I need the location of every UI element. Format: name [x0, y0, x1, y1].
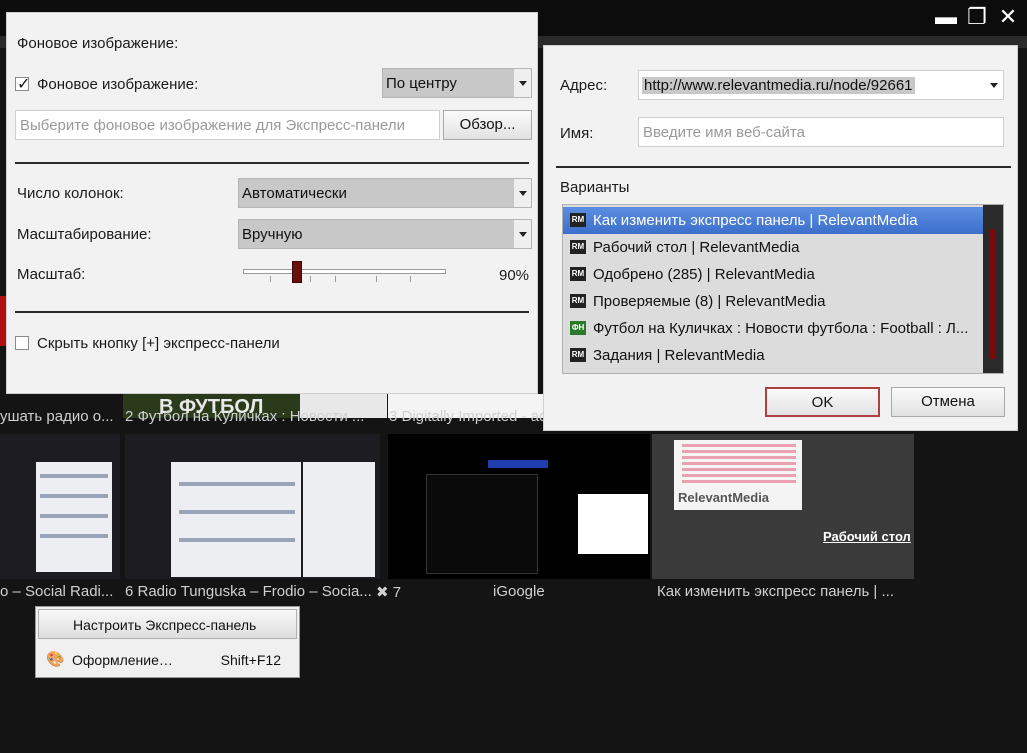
divider [15, 162, 529, 164]
context-menu: Настроить Экспресс-панель 🎨 Оформление… … [35, 606, 300, 678]
restore-icon[interactable]: ❐ [963, 3, 991, 31]
site-favicon-icon: RM [570, 348, 586, 362]
background-file-input[interactable]: Выберите фоновое изображение для Экспрес… [15, 110, 440, 140]
menu-item-label: Оформление… [72, 652, 173, 668]
browse-button[interactable]: Обзор... [443, 110, 532, 140]
address-label: Адрес: [560, 77, 608, 94]
speed-dial-caption[interactable]: 2 Футбол на Куличках : Новости ... [125, 408, 385, 425]
list-item[interactable]: ФН Футбол на Куличках : Новости футбола … [563, 315, 983, 342]
scale-label: Масштаб: [17, 266, 86, 283]
background-settings-panel: Фоновое изображение: ✓ Фоновое изображен… [6, 12, 538, 394]
site-favicon-icon: RM [570, 267, 586, 281]
chevron-down-icon [513, 220, 531, 248]
variants-list: RM Как изменить экспресс панель | Releva… [562, 204, 1004, 374]
scale-slider-track[interactable] [243, 269, 446, 274]
list-item[interactable]: RM Задания | RelevantMedia [563, 342, 983, 369]
list-item[interactable]: RM Как изменить экспресс панель | Releva… [563, 207, 983, 234]
scale-value: 90% [499, 267, 530, 284]
background-image-label: Фоновое изображение: [37, 76, 199, 93]
close-icon[interactable]: ✕ [994, 3, 1022, 31]
speed-dial-caption[interactable]: iGoogle [493, 583, 593, 600]
menu-item-shortcut: Shift+F12 [220, 652, 281, 668]
site-favicon-icon: RM [570, 294, 586, 308]
scaling-label: Масштабирование: [17, 226, 152, 243]
variants-scrollbar[interactable] [983, 205, 1003, 373]
site-name-input[interactable]: Введите имя веб-сайта [638, 117, 1004, 147]
thumb-title: RelevantMedia [678, 490, 770, 505]
chevron-down-icon [985, 71, 1003, 99]
scale-slider-handle[interactable] [292, 261, 302, 283]
address-combobox[interactable]: http://www.relevantmedia.ru/node/92661 [638, 70, 1004, 100]
speed-dial-thumb[interactable] [388, 434, 650, 579]
divider [15, 311, 529, 313]
speed-dial-caption[interactable]: о – Social Radi... [0, 583, 120, 600]
scrollbar-thumb[interactable] [990, 229, 996, 359]
site-favicon-icon: RM [570, 213, 586, 227]
name-label: Имя: [560, 125, 594, 142]
menu-item-customize-speed-dial[interactable]: Настроить Экспресс-панель [38, 609, 297, 639]
image-position-value: По центру [386, 75, 457, 92]
speed-dial-caption[interactable]: 6 Radio Tunguska – Frodio – Socia... [125, 583, 375, 600]
menu-item-appearance[interactable]: 🎨 Оформление… Shift+F12 [38, 645, 297, 675]
chevron-down-icon [513, 69, 531, 97]
list-item[interactable]: RM Проверяемые (8) | RelevantMedia [563, 288, 983, 315]
ok-button[interactable]: OK [765, 387, 880, 417]
menu-item-label: Настроить Экспресс-панель [73, 617, 257, 633]
divider [556, 166, 1011, 168]
speed-dial-caption[interactable]: ✖ 7 [376, 583, 406, 601]
columns-select[interactable]: Автоматически [238, 178, 532, 208]
site-favicon-icon: RM [570, 240, 586, 254]
list-item[interactable]: RM Рабочий стол | RelevantMedia [563, 234, 983, 261]
speed-dial-thumb[interactable] [125, 434, 380, 579]
site-name-placeholder: Введите имя веб-сайта [643, 124, 805, 141]
list-item-label: Рабочий стол | RelevantMedia [593, 239, 800, 256]
scaling-value: Вручную [242, 226, 303, 243]
list-item-label: Как изменить экспресс панель | RelevantM… [593, 212, 918, 229]
background-file-placeholder: Выберите фоновое изображение для Экспрес… [20, 117, 406, 134]
speed-dial-caption[interactable]: 3 Digitally Imported - add [389, 408, 544, 425]
palette-icon: 🎨 [46, 651, 65, 668]
thumb-link: Рабочий стол [823, 529, 911, 544]
site-favicon-icon: ФН [570, 321, 586, 335]
image-position-select[interactable]: По центру [382, 68, 532, 98]
minimize-icon[interactable]: ▬ [932, 3, 960, 31]
columns-label: Число колонок: [17, 185, 124, 202]
address-value: http://www.relevantmedia.ru/node/92661 [642, 77, 915, 94]
columns-value: Автоматически [242, 185, 347, 202]
scaling-select[interactable]: Вручную [238, 219, 532, 249]
speed-dial-thumb[interactable]: RelevantMedia Рабочий стол [652, 434, 914, 579]
list-item-label: Проверяемые (8) | RelevantMedia [593, 293, 826, 310]
list-item-label: Одобрено (285) | RelevantMedia [593, 266, 815, 283]
background-image-checkbox[interactable]: ✓ [15, 76, 31, 93]
cancel-button[interactable]: Отмена [891, 387, 1005, 417]
speed-dial-thumb[interactable] [0, 434, 120, 579]
checkmark-icon: ✓ [17, 76, 31, 93]
list-item-label: Футбол на Куличках : Новости футбола : F… [593, 320, 969, 337]
section-title: Фоновое изображение: [17, 35, 179, 52]
speed-dial-caption[interactable]: ушать радио о... [0, 408, 120, 425]
variants-label: Варианты [560, 179, 630, 196]
add-site-dialog: Адрес: http://www.relevantmedia.ru/node/… [543, 45, 1018, 431]
chevron-down-icon [513, 179, 531, 207]
hide-add-button-checkbox[interactable] [15, 336, 29, 350]
list-item-label: Задания | RelevantMedia [593, 347, 765, 364]
list-item[interactable]: RM Одобрено (285) | RelevantMedia [563, 261, 983, 288]
hide-add-button-label: Скрыть кнопку [+] экспресс-панели [37, 335, 280, 352]
speed-dial-caption[interactable]: Как изменить экспресс панель | ... [657, 583, 917, 600]
